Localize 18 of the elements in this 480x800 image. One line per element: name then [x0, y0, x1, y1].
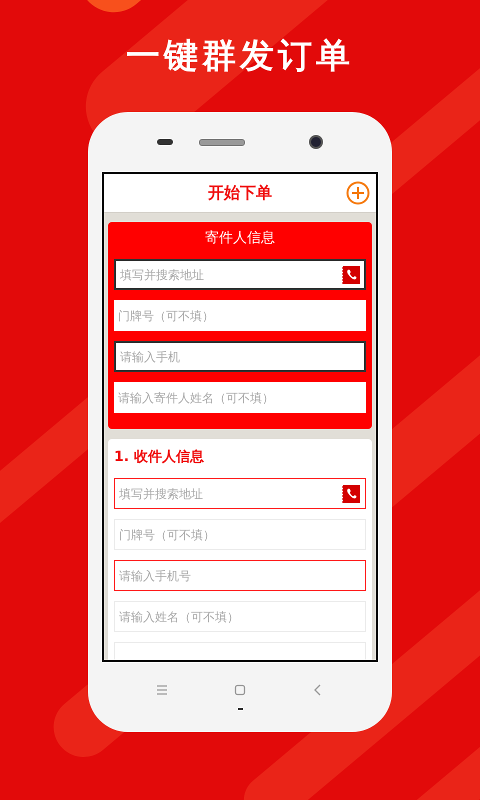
input-field[interactable]: 填写并搜索地址: [114, 478, 366, 509]
section-title: 寄件人信息: [204, 229, 276, 248]
phone-book-icon[interactable]: [341, 484, 361, 504]
screen-title: 开始下单: [208, 182, 272, 204]
sensor-icon: [157, 139, 173, 145]
input-field[interactable]: 请输入手机: [114, 341, 366, 372]
input-field[interactable]: 门牌号（可不填）: [114, 300, 366, 331]
headline: 一键群发订单: [126, 35, 354, 78]
input-field[interactable]: 请输入手机号: [114, 560, 366, 591]
input-field[interactable]: 请输入寄件人姓名（可不填）: [114, 382, 366, 413]
input-field[interactable]: 填写并搜索地址: [114, 259, 366, 290]
phone-book-icon[interactable]: [341, 264, 361, 284]
section-title: 1. 收件人信息: [114, 448, 205, 467]
add-icon[interactable]: [346, 181, 370, 205]
speaker-icon: [199, 138, 245, 146]
home-icon[interactable]: [234, 684, 246, 696]
menu-icon[interactable]: [156, 684, 168, 696]
camera-icon: [309, 135, 323, 149]
